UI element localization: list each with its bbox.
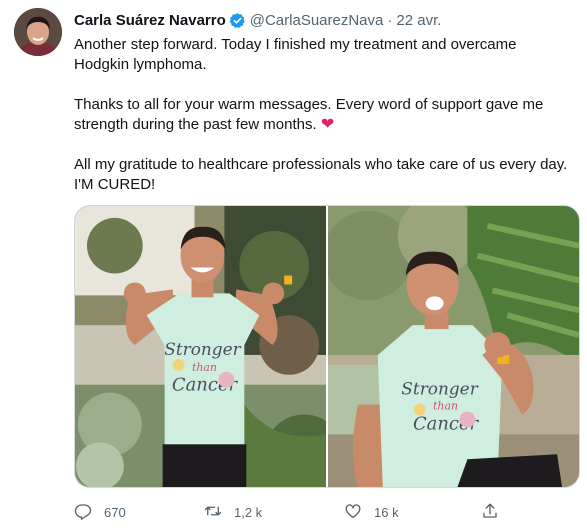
- verified-badge-icon: [229, 12, 246, 29]
- separator-dot: ·: [387, 11, 393, 29]
- like-icon: [344, 502, 362, 523]
- red-heart-emoji-icon: ❤: [320, 116, 335, 133]
- handle[interactable]: @CarlaSuarezNava: [250, 12, 384, 29]
- tweet: Carla Suárez Navarro @CarlaSuarezNava · …: [0, 0, 587, 528]
- shirt-text-right-1: Stronger: [401, 379, 478, 399]
- reply-button[interactable]: 670: [74, 502, 126, 523]
- share-button[interactable]: [481, 502, 499, 523]
- photo-right[interactable]: Stronger than Cancer: [328, 206, 579, 487]
- shirt-text-right-2: than: [433, 400, 458, 413]
- tweet-paragraph-1: Another step forward. Today I finished m…: [74, 36, 517, 73]
- share-icon: [481, 502, 499, 523]
- retweet-count: 1,2 k: [234, 504, 263, 520]
- retweet-icon: [204, 502, 222, 523]
- display-name[interactable]: Carla Suárez Navarro: [74, 12, 226, 29]
- media-grid: Stronger than Cancer Stronger than Cance…: [74, 205, 580, 488]
- reply-icon: [74, 502, 92, 523]
- like-button[interactable]: 16 k: [344, 502, 399, 523]
- shirt-text-left-2: than: [192, 361, 217, 374]
- tweet-paragraph-2-text: Thanks to all for your warm messages. Ev…: [74, 96, 544, 133]
- like-count: 16 k: [374, 504, 399, 520]
- tweet-paragraph-2: Thanks to all for your warm messages. Ev…: [74, 95, 574, 135]
- avatar[interactable]: [14, 8, 62, 56]
- photo-left[interactable]: Stronger than Cancer: [75, 206, 326, 487]
- tweet-paragraph-3: All my gratitude to healthcare professio…: [74, 156, 568, 193]
- shirt-text-left-1: Stronger: [164, 339, 241, 359]
- action-bar: 670 1,2 k 16 k: [74, 501, 504, 523]
- timestamp[interactable]: 22 avr.: [396, 12, 441, 29]
- retweet-button[interactable]: 1,2 k: [204, 502, 262, 523]
- tweet-text: Another step forward. Today I finished m…: [74, 35, 574, 195]
- tweet-header: Carla Suárez Navarro @CarlaSuarezNava · …: [74, 10, 441, 30]
- reply-count: 670: [104, 504, 126, 520]
